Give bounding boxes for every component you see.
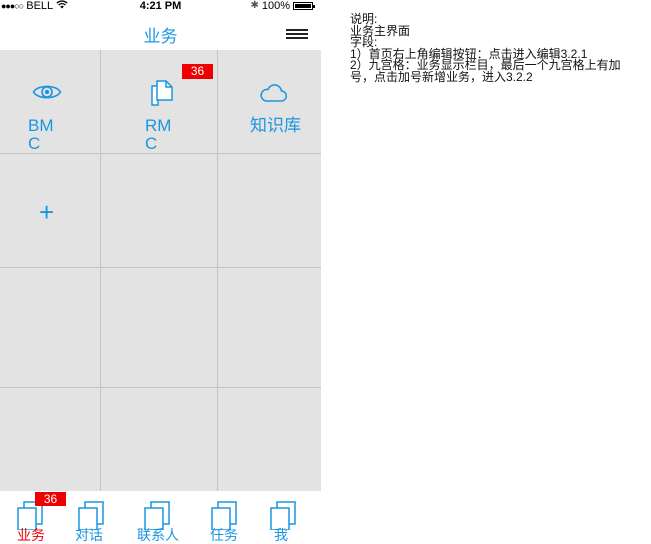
grid-cell-knowledge-base[interactable]: 知识库 (218, 50, 321, 153)
document-icon (151, 80, 173, 106)
design-notes: 说明: 业务主界面 字段: 1）首页右上角编辑按钮：点击进入编辑3.2.1 2）… (350, 13, 650, 84)
notes-line: 号，点击加号新增业务，进入3.2.2 (350, 69, 533, 84)
eye-icon (32, 85, 62, 99)
grid-cell-label: 知识库 (250, 116, 301, 135)
battery-percent: 100% (261, 0, 290, 12)
tab-document-icon (270, 501, 296, 530)
tab-label: 对话 (75, 527, 103, 543)
tab-document-icon (78, 501, 104, 530)
battery-icon (293, 2, 315, 10)
tab-tasks[interactable]: 任务 (200, 491, 260, 544)
grid-cell-rmc[interactable]: 36 RMC (101, 50, 217, 153)
nav-bar: 业务 (0, 13, 321, 50)
grid-cell-label: RMC (145, 116, 172, 153)
tab-label: 业务 (17, 527, 45, 543)
phone-screen: ●●●○○ BELL 4:21 PM ✱ 100% 业务 BMC 36 RMC … (0, 0, 321, 544)
notification-badge: 36 (182, 64, 213, 79)
tab-label: 我 (274, 527, 288, 543)
notes-line: 业务主界面 (350, 23, 411, 38)
add-business-button[interactable]: + (0, 154, 100, 267)
tab-me[interactable]: 我 (260, 491, 321, 544)
tab-document-icon (144, 501, 170, 530)
grid-divider (0, 267, 321, 268)
grid-cell-bmc[interactable]: BMC (0, 50, 100, 153)
status-right: ✱ 100% (250, 0, 315, 12)
cloud-icon (260, 84, 287, 102)
grid-cell-label: BMC (28, 116, 54, 153)
status-bar: ●●●○○ BELL 4:21 PM ✱ 100% (0, 0, 321, 13)
tab-conversation[interactable]: 对话 (60, 491, 122, 544)
tab-label: 联系人 (137, 527, 179, 543)
tab-document-icon (211, 501, 237, 530)
plus-icon: + (39, 197, 55, 227)
business-grid: BMC 36 RMC 知识库 + (0, 50, 321, 491)
menu-icon[interactable] (286, 29, 308, 39)
tab-bar: 36 业务 对话 联系人 任务 我 (0, 491, 321, 544)
tab-label: 任务 (210, 527, 238, 543)
tab-contacts[interactable]: 联系人 (122, 491, 200, 544)
page-title: 业务 (143, 27, 178, 46)
bluetooth-icon: ✱ (250, 0, 259, 11)
tab-business[interactable]: 36 业务 (0, 491, 66, 544)
grid-divider (0, 387, 321, 388)
